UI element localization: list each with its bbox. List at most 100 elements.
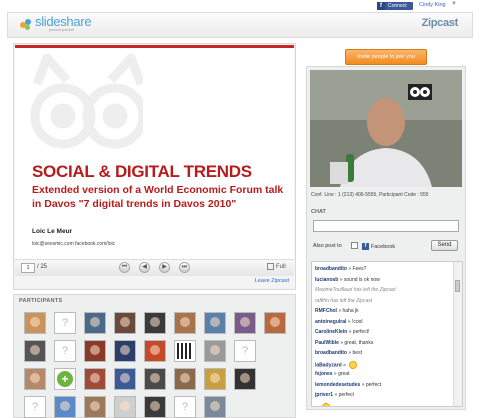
chat-message: jpriver1 » perfect — [315, 392, 354, 398]
avatar[interactable] — [264, 312, 286, 334]
chat-author[interactable]: lucianosb — [315, 277, 340, 283]
right-panel: Conf. Line : 1 (213) 406-5555, Participa… — [306, 66, 466, 410]
chat-message: fsjones » great — [315, 371, 349, 377]
avatar[interactable] — [24, 340, 46, 362]
avatar-placeholder[interactable]: ? — [54, 340, 76, 362]
chat-text: » perfect! — [348, 329, 370, 335]
chat-author[interactable]: jpriver1 — [315, 392, 334, 398]
first-slide-button[interactable]: ⏮ — [119, 262, 130, 273]
avatar[interactable] — [204, 396, 226, 418]
facebook-post-checkbox[interactable] — [351, 242, 358, 249]
chat-message: ... — [315, 402, 331, 407]
avatar[interactable] — [144, 340, 166, 362]
avatar[interactable] — [114, 396, 136, 418]
avatar[interactable] — [84, 340, 106, 362]
chat-message: RMFChol » haha jk — [315, 308, 359, 314]
participants-panel: PARTICIPANTS ??? +?? — [13, 294, 296, 418]
chat-input[interactable] — [313, 220, 459, 232]
avatar[interactable] — [24, 368, 46, 390]
chat-author[interactable]: RMFChol — [315, 308, 338, 314]
chat-author[interactable]: broadbandito — [315, 266, 348, 272]
chat-text: MaximeTouillaud has left the Zipcast — [315, 287, 396, 293]
chat-author[interactable]: laBadyzard — [315, 362, 343, 368]
avatar-placeholder[interactable]: ? — [174, 396, 196, 418]
chat-author[interactable]: fsjones — [315, 371, 334, 377]
previous-slide-button[interactable]: ◀ — [139, 262, 150, 273]
chat-text: ... — [315, 403, 320, 407]
smiley-icon — [348, 360, 357, 369]
chat-message: CarolineKlein » perfect! — [315, 329, 369, 335]
avatar[interactable] — [84, 368, 106, 390]
avatar[interactable] — [204, 368, 226, 390]
avatar[interactable] — [144, 312, 166, 334]
avatar[interactable] — [234, 368, 256, 390]
slide-subtitle: Extended version of a World Economic For… — [32, 184, 284, 210]
fullscreen-label: Full — [276, 264, 286, 271]
chat-scroll-thumb[interactable] — [455, 280, 460, 292]
fullscreen-button[interactable]: Full — [267, 263, 286, 270]
chat-message: antoinegulral » !cool — [315, 319, 363, 325]
avatar[interactable] — [114, 340, 136, 362]
chat-text: » best — [348, 350, 362, 356]
avatar[interactable] — [144, 396, 166, 418]
chat-text: » great — [333, 371, 350, 377]
avatar[interactable] — [114, 312, 136, 334]
user-name-link[interactable]: Cindy King — [419, 2, 446, 8]
next-slide-button[interactable]: ▶ — [159, 262, 170, 273]
avatar[interactable] — [174, 368, 196, 390]
last-slide-button[interactable]: ⏭ — [179, 262, 190, 273]
avatar-placeholder[interactable]: ? — [24, 396, 46, 418]
avatar[interactable] — [174, 312, 196, 334]
next-icon: ▶ — [162, 264, 167, 270]
conference-line: Conf. Line : 1 (213) 406-5555, Participa… — [311, 192, 429, 198]
avatar[interactable] — [204, 312, 226, 334]
chat-text: » Fees? — [348, 266, 367, 272]
chat-author[interactable]: PaulWible — [315, 340, 340, 346]
chat-text: » perfect — [361, 381, 382, 388]
invite-people-button[interactable]: Invite people to join you — [345, 49, 427, 65]
chat-author[interactable]: CarolineKlein — [315, 329, 349, 335]
avatar-placeholder[interactable]: ? — [54, 312, 76, 334]
chat-text: raffihn has left the Zipcast — [315, 297, 373, 304]
chat-message: MaximeTouillaud has left the Zipcast — [315, 287, 396, 293]
avatar[interactable] — [84, 396, 106, 418]
chat-author[interactable]: broadbandito — [315, 350, 348, 356]
avatar[interactable] — [234, 312, 256, 334]
chat-author[interactable]: antoinegulral — [315, 319, 348, 325]
chat-text: » perfect — [334, 392, 354, 398]
chat-scrollbar[interactable] — [453, 262, 462, 406]
chat-text: » sound is ok now — [339, 276, 380, 283]
avatar-placeholder[interactable]: ? — [234, 340, 256, 362]
chat-message: broadbandito » best — [315, 350, 362, 356]
facebook-connect-label: Connect — [388, 3, 407, 9]
app-header: slideshare present yourself Zipcast — [7, 12, 473, 38]
chat-author[interactable]: lemondedesetudes — [315, 382, 362, 388]
last-icon: ⏭ — [181, 264, 188, 270]
avatar[interactable] — [54, 396, 76, 418]
avatar[interactable] — [144, 368, 166, 390]
page-number-input[interactable]: 1 — [21, 263, 35, 273]
qr-code-avatar[interactable] — [174, 340, 196, 362]
logo-name: slideshare — [35, 14, 92, 29]
chat-message: raffihn has left the Zipcast — [315, 298, 372, 304]
avatar[interactable] — [24, 312, 46, 334]
facebook-label: Facebook — [371, 244, 396, 250]
chevron-down-icon[interactable]: ▼ — [451, 1, 457, 7]
fullscreen-icon — [267, 263, 274, 270]
send-button[interactable]: Send — [431, 240, 458, 251]
chat-text: » haha jk — [338, 308, 359, 314]
leave-zipcast-link[interactable]: Leave Zipcast — [255, 278, 289, 284]
add-participant-icon[interactable]: + — [54, 368, 76, 390]
slide-author: Loic Le Meur — [32, 228, 73, 235]
slide-title: SOCIAL & DIGITAL TRENDS — [32, 162, 252, 181]
avatar[interactable] — [204, 340, 226, 362]
slideshare-logo[interactable]: slideshare present yourself — [20, 14, 92, 32]
previous-icon: ◀ — [142, 264, 147, 270]
smiley-icon — [322, 402, 331, 406]
avatar[interactable] — [84, 312, 106, 334]
zipcast-logo: Zipcast — [421, 17, 459, 29]
slideshare-logo-icon — [20, 18, 32, 30]
facebook-connect-button[interactable]: f Connect — [377, 2, 413, 10]
presentation-slide: SOCIAL & DIGITAL TRENDS Extended version… — [15, 45, 294, 260]
avatar[interactable] — [114, 368, 136, 390]
